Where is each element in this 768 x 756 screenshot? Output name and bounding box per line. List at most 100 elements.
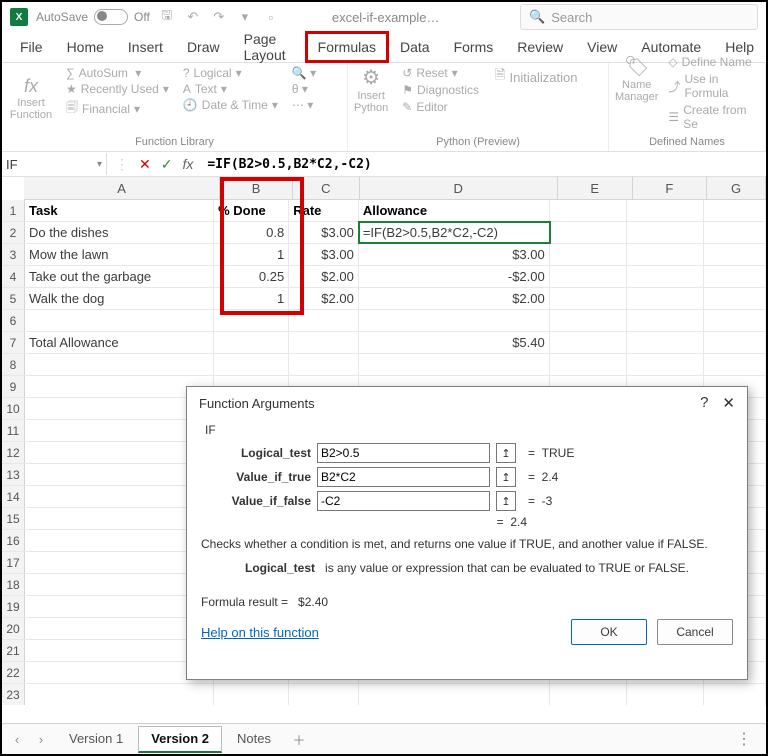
name-manager-button[interactable]: 🏷 Name Manager (615, 54, 658, 103)
insert-function-button[interactable]: fx Insert Function (2, 63, 60, 134)
save-icon[interactable]: 🖫 (158, 8, 176, 26)
cell-G8[interactable] (704, 354, 766, 375)
cell-B8[interactable] (214, 354, 289, 375)
cell-F7[interactable] (627, 332, 704, 353)
row-head[interactable]: 19 (2, 596, 25, 617)
cell-C3[interactable]: $3.00 (289, 244, 359, 265)
cell-C8[interactable] (289, 354, 359, 375)
add-sheet-icon[interactable]: ＋ (290, 730, 308, 749)
row-head[interactable]: 11 (2, 420, 25, 441)
row-head[interactable]: 4 (2, 266, 25, 287)
cell-E6[interactable] (550, 310, 627, 331)
python-reset-button[interactable]: ↺ Reset ▾ (400, 65, 481, 81)
redo-icon[interactable]: ↷ (210, 8, 228, 26)
cell-B5[interactable]: 1 (214, 288, 289, 309)
row-head[interactable]: 15 (2, 508, 25, 529)
cell-B2[interactable]: 0.8 (214, 222, 289, 243)
cell-B23[interactable] (214, 684, 289, 705)
cell-F3[interactable] (627, 244, 704, 265)
col-head-B[interactable]: B (220, 177, 293, 199)
cell-D7[interactable]: $5.40 (359, 332, 550, 353)
row-head[interactable]: 14 (2, 486, 25, 507)
sheet-tab-version-1[interactable]: Version 1 (56, 726, 136, 752)
cell-D2[interactable]: =IF(B2>0.5,B2*C2,-C2) (359, 222, 550, 243)
cell-G23[interactable] (704, 684, 766, 705)
use-formula-button[interactable]: ⤴ Use in Formula (666, 71, 759, 101)
cell-G5[interactable] (704, 288, 766, 309)
cell-A6[interactable] (25, 310, 214, 331)
col-head-D[interactable]: D (360, 177, 558, 199)
math-button[interactable]: θ ▾ (290, 81, 318, 97)
cell-F23[interactable] (627, 684, 704, 705)
row-head[interactable]: 20 (2, 618, 25, 639)
cell-A4[interactable]: Take out the garbage (25, 266, 214, 287)
cell-D3[interactable]: $3.00 (359, 244, 550, 265)
cell-C1[interactable]: Rate (289, 200, 359, 221)
cell-C2[interactable]: $3.00 (289, 222, 359, 243)
cell-F2[interactable] (627, 222, 704, 243)
cell-F1[interactable] (627, 200, 704, 221)
insert-python-button[interactable]: ⚙ Insert Python (354, 65, 388, 114)
logical-button[interactable]: ? Logical ▾ (181, 65, 280, 81)
python-editor-button[interactable]: ✎ Editor (400, 99, 481, 115)
ref-collapse-icon[interactable]: ↥ (496, 491, 516, 511)
tab-formulas[interactable]: Formulas (306, 32, 388, 62)
cell-C4[interactable]: $2.00 (289, 266, 359, 287)
cell-A2[interactable]: Do the dishes (25, 222, 214, 243)
sheet-next-icon[interactable]: › (32, 732, 50, 747)
cell-D8[interactable] (359, 354, 550, 375)
cell-C7[interactable] (289, 332, 359, 353)
text-button[interactable]: A Text ▾ (181, 81, 280, 97)
datetime-button[interactable]: 🕘 Date & Time ▾ (181, 97, 280, 113)
cell-E8[interactable] (550, 354, 627, 375)
cell-E7[interactable] (550, 332, 627, 353)
quickaccess2-icon[interactable]: ▫ (262, 8, 280, 26)
cell-C5[interactable]: $2.00 (289, 288, 359, 309)
cell-D4[interactable]: -$2.00 (359, 266, 550, 287)
cell-B1[interactable]: % Done (214, 200, 289, 221)
row-head[interactable]: 9 (2, 376, 25, 397)
python-diagnostics-button[interactable]: ⚑ Diagnostics (400, 82, 481, 98)
cell-B3[interactable]: 1 (214, 244, 289, 265)
tab-review[interactable]: Review (505, 32, 575, 62)
cell-G4[interactable] (704, 266, 766, 287)
cell-E23[interactable] (550, 684, 627, 705)
cell-B6[interactable] (214, 310, 289, 331)
row-head[interactable]: 12 (2, 442, 25, 463)
autosum-button[interactable]: ∑ AutoSum ▾ (64, 65, 171, 81)
row-head[interactable]: 8 (2, 354, 25, 375)
cell-D23[interactable] (359, 684, 550, 705)
cell-B4[interactable]: 0.25 (214, 266, 289, 287)
tab-forms[interactable]: Forms (442, 32, 506, 62)
toggle-off-icon[interactable] (94, 9, 128, 25)
row-head[interactable]: 6 (2, 310, 25, 331)
row-head[interactable]: 10 (2, 398, 25, 419)
undo-icon[interactable]: ↶ (184, 8, 202, 26)
row-head[interactable]: 2 (2, 222, 25, 243)
row-head[interactable]: 21 (2, 640, 25, 661)
row-head[interactable]: 3 (2, 244, 25, 265)
tab-page-layout[interactable]: Page Layout (232, 32, 306, 62)
col-head-G[interactable]: G (707, 177, 766, 199)
fx-icon[interactable]: fx (182, 156, 193, 172)
row-head[interactable]: 1 (2, 200, 25, 221)
row-head[interactable]: 22 (2, 662, 25, 683)
cell-D6[interactable] (359, 310, 550, 331)
cell-G2[interactable] (704, 222, 766, 243)
cell-A1[interactable]: Task (25, 200, 214, 221)
row-head[interactable]: 18 (2, 574, 25, 595)
cell-C23[interactable] (289, 684, 359, 705)
row-head[interactable]: 16 (2, 530, 25, 551)
ok-button[interactable]: OK (571, 619, 647, 645)
sheet-prev-icon[interactable]: ‹ (8, 732, 26, 747)
tab-home[interactable]: Home (55, 32, 116, 62)
col-head-F[interactable]: F (633, 177, 708, 199)
cell-D1[interactable]: Allowance (359, 200, 550, 221)
cell-A8[interactable] (25, 354, 214, 375)
cell-F6[interactable] (627, 310, 704, 331)
cell-E2[interactable] (550, 222, 627, 243)
quickaccess-icon[interactable]: ▾ (236, 8, 254, 26)
cell-A5[interactable]: Walk the dog (25, 288, 214, 309)
col-head-A[interactable]: A (24, 177, 220, 199)
row-head[interactable]: 7 (2, 332, 25, 353)
